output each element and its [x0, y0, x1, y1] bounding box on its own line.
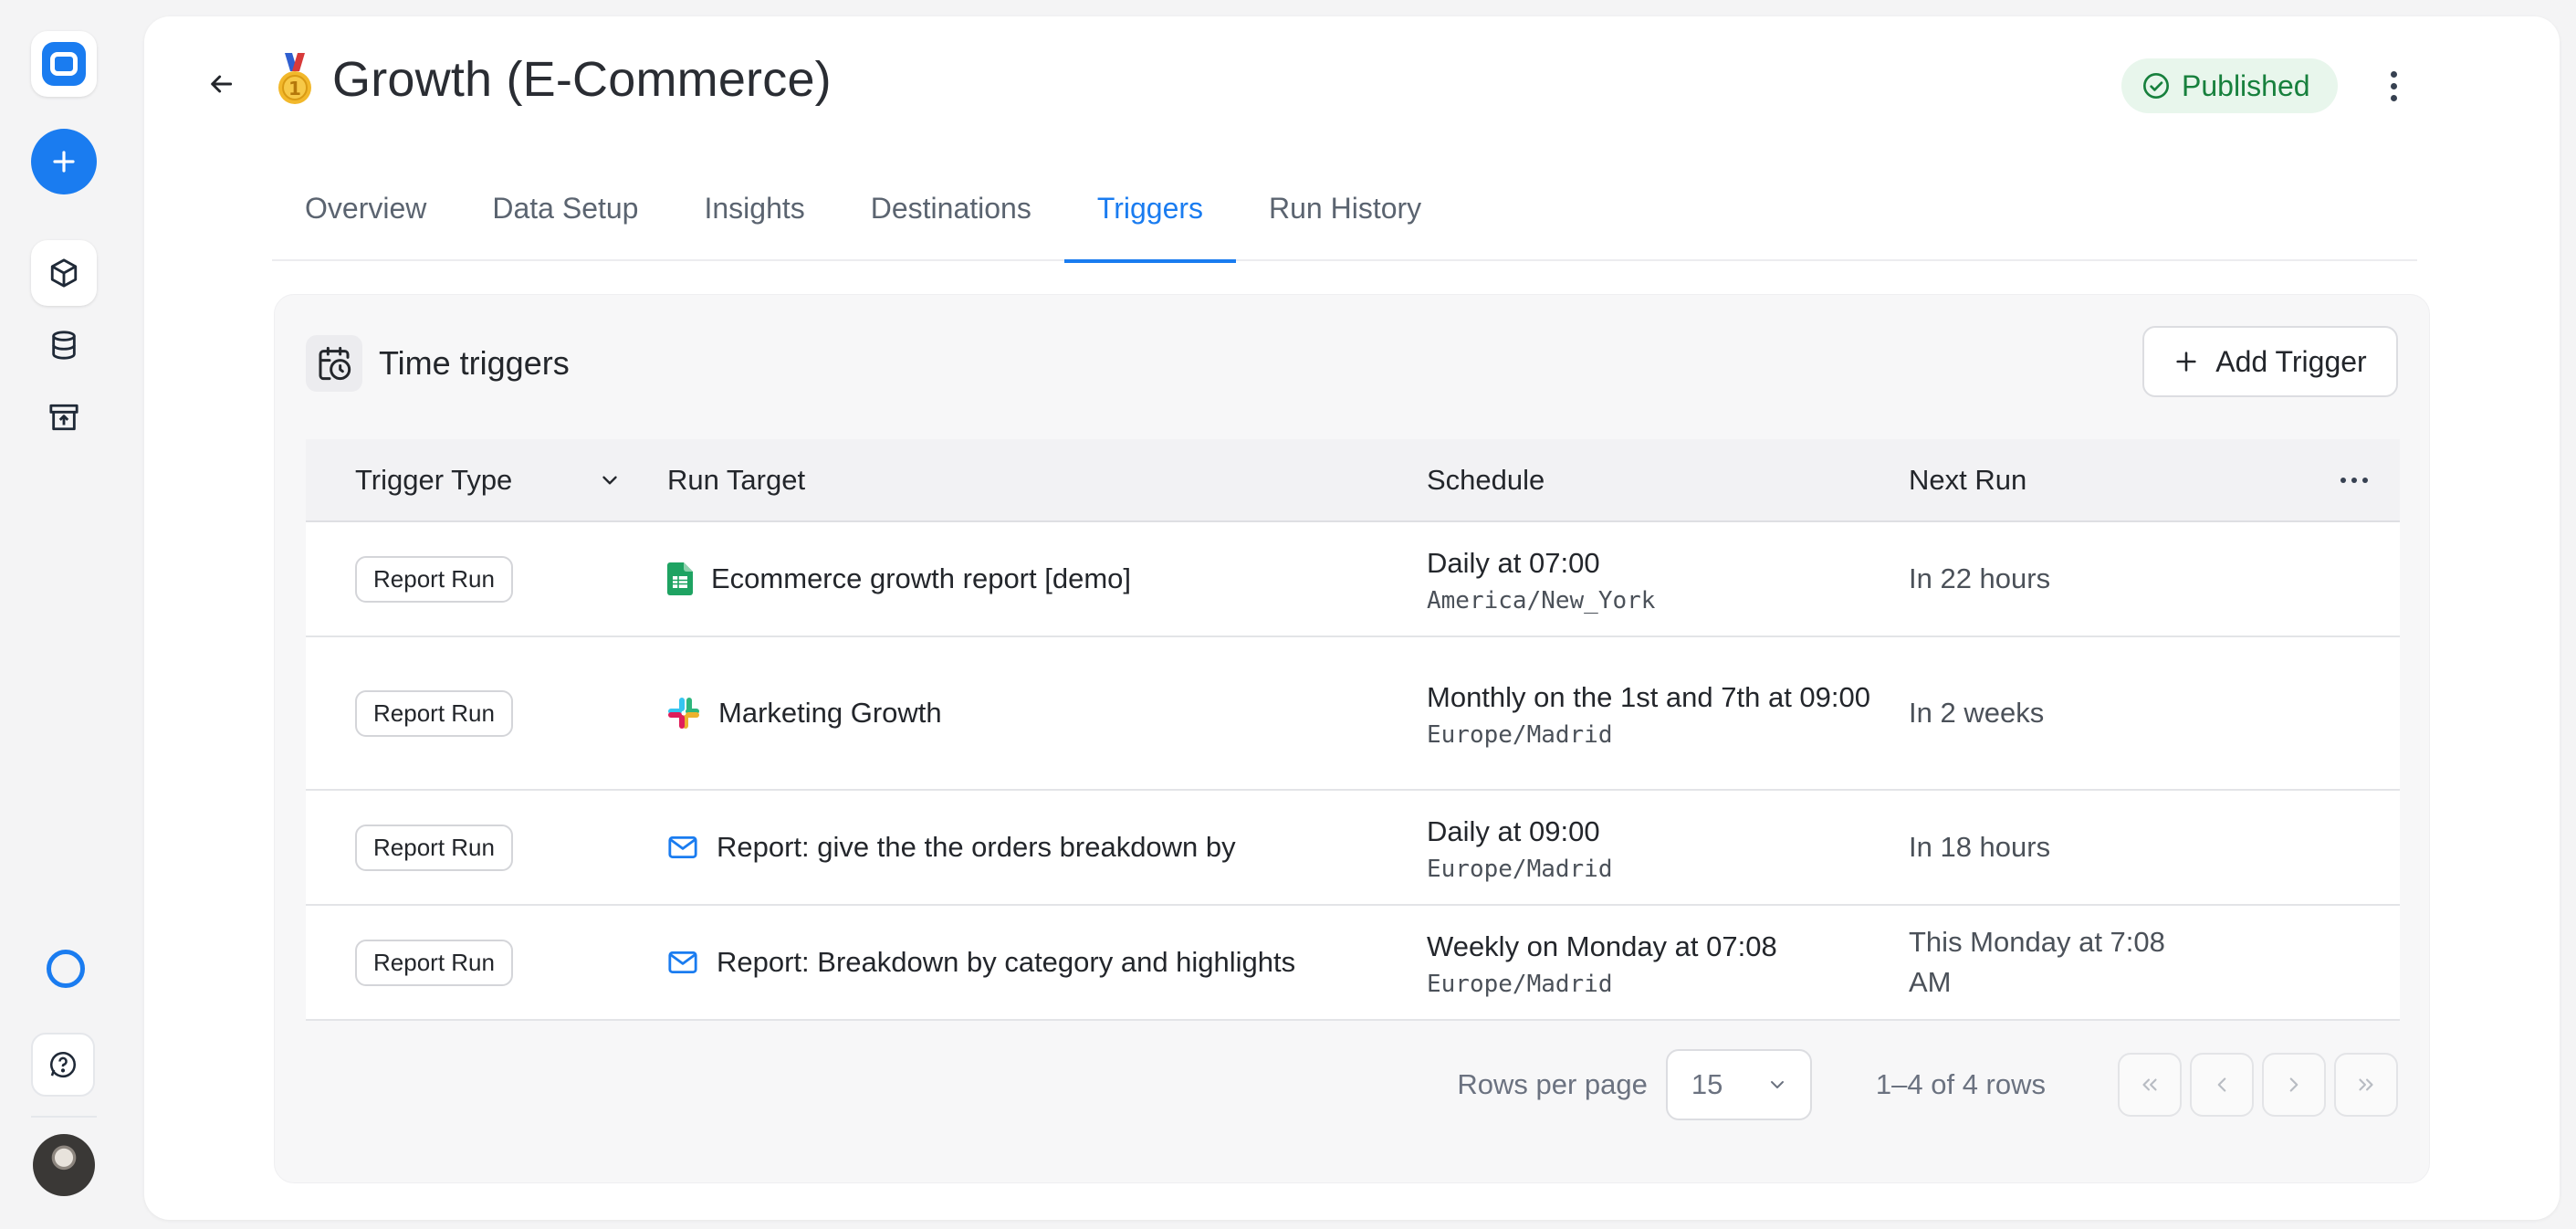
mail-icon [668, 835, 697, 859]
ellipsis-icon[interactable] [2309, 477, 2400, 483]
run-target-label: Report: give the the orders breakdown by [717, 831, 1236, 863]
time-triggers-card: Time triggers Add Trigger Trigger Type R… [274, 294, 2430, 1183]
add-trigger-button[interactable]: Add Trigger [2142, 326, 2398, 397]
timezone-text: Europe/Madrid [1427, 971, 1613, 998]
triggers-table: Trigger Type Run Target Schedule Next Ru… [306, 439, 2400, 1021]
trigger-type-badge: Report Run [355, 939, 513, 986]
timezone-text: Europe/Madrid [1427, 856, 1613, 883]
tab-run-history[interactable]: Run History [1236, 164, 1454, 261]
help-chat-icon[interactable] [31, 1033, 95, 1097]
chevron-left-icon [2217, 1077, 2226, 1092]
calendar-clock-icon [306, 335, 362, 392]
run-target-label: Report: Breakdown by category and highli… [717, 946, 1296, 978]
run-target-label: Ecommerce growth report [demo] [711, 562, 1132, 594]
svg-text:1: 1 [288, 78, 301, 100]
mail-icon [668, 951, 697, 974]
chevron-right-icon [2289, 1077, 2299, 1092]
more-options-icon[interactable] [2375, 64, 2412, 108]
chevron-down-icon[interactable] [598, 468, 622, 492]
timezone-text: America/New_York [1427, 587, 1656, 614]
medal-icon: 1 [274, 53, 316, 108]
tab-triggers[interactable]: Triggers [1063, 164, 1237, 263]
column-header-next-run: Next Run [1909, 439, 2309, 522]
column-header-run-target: Run Target [667, 439, 1427, 522]
rows-per-page-value: 15 [1691, 1068, 1723, 1100]
schedule-text: Monthly on the 1st and 7th at 09:00 [1427, 681, 1871, 713]
tab-destinations[interactable]: Destinations [838, 164, 1064, 261]
run-target-label: Marketing Growth [718, 697, 942, 729]
schedule-text: Weekly on Monday at 07:08 [1427, 930, 1777, 962]
column-header-trigger-type[interactable]: Trigger Type [306, 439, 667, 522]
plus-icon [2176, 352, 2196, 372]
column-header-schedule: Schedule [1427, 439, 1909, 522]
table-row[interactable]: Report Run Marketing Growth Monthly on t… [306, 636, 2400, 791]
schedule-text: Daily at 09:00 [1427, 815, 1600, 847]
card-title: Time triggers [379, 344, 570, 382]
status-badge[interactable]: Published [2121, 58, 2338, 113]
trigger-type-badge: Report Run [355, 689, 513, 737]
next-page-button[interactable] [2262, 1053, 2326, 1117]
archive-icon[interactable] [31, 384, 97, 450]
check-circle-icon [2143, 73, 2169, 99]
trigger-type-badge: Report Run [355, 824, 513, 871]
table-row[interactable]: Report Run Ecommerce growth report [demo… [306, 521, 2400, 637]
table-row[interactable]: Report Run Report: give the the orders b… [306, 790, 2400, 906]
rail-divider [31, 1116, 97, 1118]
slack-icon [668, 698, 699, 729]
schedule-text: Daily at 07:00 [1427, 547, 1600, 579]
chevrons-right-icon [2359, 1078, 2373, 1091]
next-run-text: This Monday at 7:08 AM [1909, 926, 2165, 998]
table-header-row: Trigger Type Run Target Schedule Next Ru… [306, 439, 2400, 522]
column-options[interactable] [2309, 439, 2400, 522]
google-sheets-icon [667, 562, 693, 595]
status-label: Published [2182, 68, 2310, 102]
back-arrow-icon[interactable] [203, 66, 239, 102]
plus-icon[interactable] [31, 129, 97, 194]
chevron-down-icon [1770, 1081, 1784, 1088]
status-ring-icon[interactable] [47, 950, 85, 988]
first-page-button[interactable] [2118, 1053, 2182, 1117]
page-title: Growth (E-Commerce) [332, 52, 832, 107]
previous-page-button[interactable] [2190, 1053, 2254, 1117]
database-icon[interactable] [31, 312, 97, 378]
next-run-text: In 18 hours [1909, 831, 2051, 863]
pagination-range: 1–4 of 4 rows [1875, 1068, 2046, 1100]
chevrons-left-icon [2142, 1078, 2157, 1091]
table-row[interactable]: Report Run Report: Breakdown by category… [306, 905, 2400, 1021]
tab-insights[interactable]: Insights [671, 164, 837, 261]
last-page-button[interactable] [2334, 1053, 2398, 1117]
next-run-text: In 2 weeks [1909, 697, 2045, 729]
app-logo-icon[interactable] [31, 31, 97, 97]
add-trigger-label: Add Trigger [2215, 344, 2367, 378]
rows-per-page-select[interactable]: 15 [1665, 1049, 1812, 1120]
tab-data-setup[interactable]: Data Setup [459, 164, 671, 261]
next-run-text: In 22 hours [1909, 562, 2051, 594]
trigger-type-badge: Report Run [355, 555, 513, 603]
rows-per-page-label: Rows per page [1457, 1068, 1648, 1100]
tab-bar: Overview Data Setup Insights Destination… [272, 164, 2417, 263]
avatar[interactable] [33, 1134, 95, 1196]
tab-overview[interactable]: Overview [272, 164, 459, 261]
left-rail [0, 0, 128, 1229]
pagination: Rows per page 15 1–4 of 4 rows [1457, 1049, 2398, 1120]
cube-icon[interactable] [31, 240, 97, 306]
timezone-text: Europe/Madrid [1427, 721, 1613, 749]
